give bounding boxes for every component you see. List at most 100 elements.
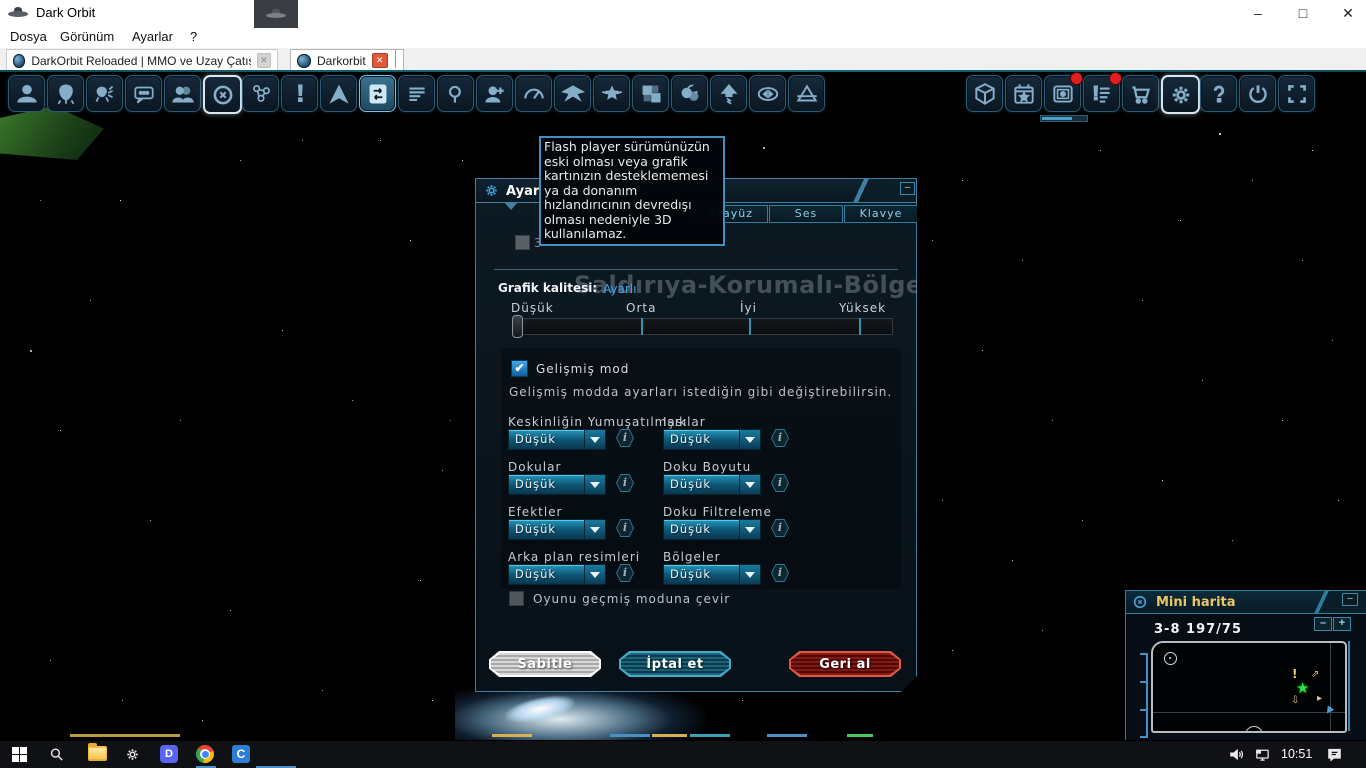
c-app-icon[interactable]: C xyxy=(232,745,250,763)
toolbar-cart-button[interactable] xyxy=(1122,75,1159,112)
info-icon[interactable]: i xyxy=(616,429,634,447)
toolbar-calendar-star-button[interactable] xyxy=(1005,75,1042,112)
minimap-minimize-button[interactable]: – xyxy=(1342,593,1358,606)
toolbar-person-add-button[interactable] xyxy=(476,75,513,112)
texture-size-dropdown[interactable]: Düşük xyxy=(663,474,761,495)
dialog-minimize-button[interactable]: – xyxy=(900,182,915,195)
start-button[interactable] xyxy=(12,747,27,762)
window-titlebar: Dark Orbit – □ ✕ xyxy=(0,0,1366,27)
toolbar-list-alert-button[interactable] xyxy=(1083,72,1122,112)
blocks-icon xyxy=(638,81,664,107)
portal-marker xyxy=(1164,652,1177,665)
toolbar-ship-up-button[interactable] xyxy=(320,75,357,112)
quality-slider-handle[interactable] xyxy=(512,315,523,338)
toolbar-package-button[interactable] xyxy=(966,75,1003,112)
minimap-header[interactable]: Mini harita – xyxy=(1126,591,1366,614)
toolbar-question-button[interactable] xyxy=(1200,75,1237,112)
discord-icon[interactable]: D xyxy=(160,745,178,763)
toolbar-upgrade-bolt-button[interactable] xyxy=(710,75,747,112)
disabled-3d-checkbox[interactable] xyxy=(515,235,530,250)
notification-center-icon[interactable] xyxy=(1326,746,1343,768)
settings-gear-icon[interactable] xyxy=(124,746,141,768)
tab-close-icon[interactable]: ✕ xyxy=(371,53,388,68)
clock[interactable]: 10:51 xyxy=(1281,747,1312,761)
tab-darkorbit-reloaded[interactable]: DarkOrbit Reloaded | MMO ve Uzay Çatışma… xyxy=(6,49,278,71)
cancel-button[interactable]: İptal et xyxy=(619,651,731,677)
minimap-coordinates: 197/75 xyxy=(1186,622,1243,637)
minimap-zoom-out-button[interactable]: – xyxy=(1314,617,1332,631)
info-icon[interactable]: i xyxy=(771,519,789,537)
volume-icon[interactable] xyxy=(1228,746,1245,768)
pin-button[interactable]: Sabitle xyxy=(489,651,601,677)
hud-bottom-segment xyxy=(492,734,532,737)
window-minimize-button[interactable]: – xyxy=(1243,4,1273,22)
tab-close-icon[interactable]: ✕ xyxy=(256,53,272,68)
toolbar-circle-x-button[interactable] xyxy=(203,75,242,114)
menu-dosya[interactable]: Dosya xyxy=(10,29,47,44)
toolbar-alien-swarm-button[interactable] xyxy=(86,75,123,112)
hud-bottom-segment xyxy=(847,734,873,737)
toolbar-bat-wings-button[interactable] xyxy=(554,75,591,112)
dropdown-label: Doku Boyutu xyxy=(663,460,752,474)
file-explorer-icon[interactable] xyxy=(88,743,107,761)
lights-dropdown[interactable]: Düşük xyxy=(663,429,761,450)
info-icon[interactable]: i xyxy=(616,519,634,537)
info-icon[interactable]: i xyxy=(616,474,634,492)
toolbar-fullscreen-button[interactable] xyxy=(1278,75,1315,112)
tab-ses[interactable]: Ses xyxy=(769,205,843,223)
textures-dropdown[interactable]: Düşük xyxy=(508,474,606,495)
hud-bottom-segment xyxy=(610,734,650,737)
toolbar-berries-button[interactable] xyxy=(671,75,708,112)
window-title: Dark Orbit xyxy=(36,5,96,20)
taskbar-active-app[interactable] xyxy=(254,0,298,28)
tab-darkorbit-active[interactable]: Darkorbit ✕ xyxy=(290,49,404,71)
network-icon[interactable] xyxy=(1254,746,1271,768)
antialiasing-dropdown[interactable]: Düşük xyxy=(508,429,606,450)
menu-help[interactable]: ? xyxy=(190,29,197,44)
toolbar-doc-transfer-button[interactable] xyxy=(359,75,396,112)
quality-slider-track[interactable] xyxy=(513,318,893,335)
effects-dropdown[interactable]: Düşük xyxy=(508,519,606,540)
zones-dropdown[interactable]: Düşük xyxy=(663,564,761,585)
info-icon[interactable]: i xyxy=(771,429,789,447)
minimap-zoom-in-button[interactable]: + xyxy=(1333,617,1351,631)
minimap-scale-tick xyxy=(1140,653,1147,655)
toolbar-wing-star-button[interactable] xyxy=(593,75,630,112)
friends-icon xyxy=(170,81,196,107)
toolbar-exclaim-button[interactable] xyxy=(281,75,318,112)
texture-filtering-dropdown[interactable]: Düşük xyxy=(663,519,761,540)
toolbar-node-web-button[interactable] xyxy=(242,75,279,112)
toolbar-eye-oval-button[interactable] xyxy=(749,75,786,112)
toolbar-chat-button[interactable] xyxy=(125,75,162,112)
menu-ayarlar[interactable]: Ayarlar xyxy=(132,29,173,44)
chrome-icon[interactable] xyxy=(196,745,214,763)
toolbar-friends-button[interactable] xyxy=(164,75,201,112)
app-ufo-icon xyxy=(8,7,28,18)
graphics-quality-value-link[interactable]: Ayarlı xyxy=(603,282,636,296)
advanced-mode-checkbox[interactable]: ✔ xyxy=(511,360,528,377)
toolbar-pilot-button[interactable] xyxy=(8,75,45,112)
tab-klavye[interactable]: Klavye xyxy=(844,205,918,223)
revert-button[interactable]: Geri al xyxy=(789,651,901,677)
info-icon[interactable]: i xyxy=(771,564,789,582)
window-maximize-button[interactable]: □ xyxy=(1288,4,1318,22)
toolbar-prism-button[interactable] xyxy=(788,75,825,112)
legacy-mode-checkbox[interactable] xyxy=(509,591,524,606)
toolbar-power-button[interactable] xyxy=(1239,75,1276,112)
info-icon[interactable]: i xyxy=(771,474,789,492)
info-icon[interactable]: i xyxy=(616,564,634,582)
toolbar-gauge-button[interactable] xyxy=(515,75,552,112)
menu-gorunum[interactable]: Görünüm xyxy=(60,29,114,44)
notification-badge xyxy=(1070,72,1083,85)
toolbar-alien-button[interactable] xyxy=(47,75,84,112)
dropdown-label: Dokular xyxy=(508,460,562,474)
search-icon[interactable] xyxy=(48,746,65,768)
window-close-button[interactable]: ✕ xyxy=(1333,4,1363,22)
toolbar-gear-button[interactable] xyxy=(1161,75,1200,114)
background-images-dropdown[interactable]: Düşük xyxy=(508,564,606,585)
toolbar-magnify-button[interactable] xyxy=(437,75,474,112)
toolbar-blocks-button[interactable] xyxy=(632,75,669,112)
toolbar-menu-lines-button[interactable] xyxy=(398,75,435,112)
minimap-map-area[interactable]: ! ★ ⇗ ⇩ ▸ xyxy=(1151,641,1347,733)
toolbar-vault-button[interactable] xyxy=(1044,72,1083,112)
